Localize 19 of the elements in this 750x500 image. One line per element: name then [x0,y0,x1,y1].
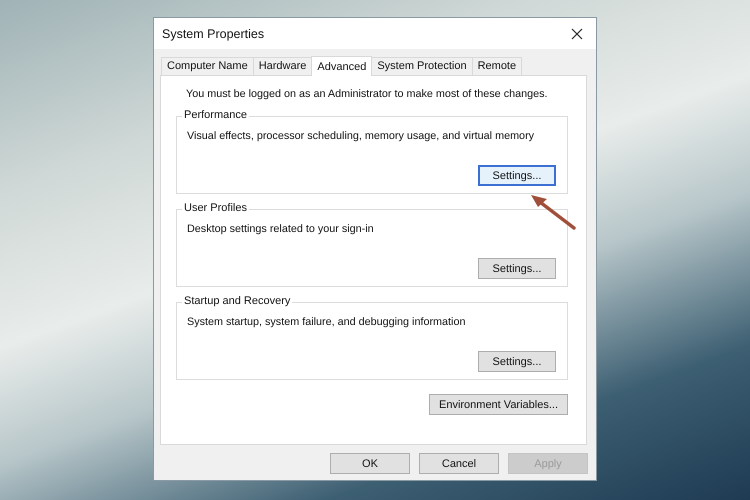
group-description: System startup, system failure, and debugging information [187,316,466,328]
close-icon[interactable] [571,28,583,40]
settings-button[interactable]: Settings... [478,351,556,372]
cancel-button[interactable]: Cancel [419,453,499,474]
tab[interactable]: Remote [472,57,522,75]
admin-note: You must be logged on as an Administrator to make most of these changes. [186,88,549,100]
environment-variables-button[interactable]: Environment Variables... [429,394,568,415]
window-title: System Properties [162,26,264,40]
group-title: Startup and Recovery [182,295,292,307]
group-description: Desktop settings related to your sign-in [187,223,375,235]
group-description: Visual effects, processor scheduling, memory usage, and virtual memory [187,130,536,142]
group-title: User Profiles [182,202,249,214]
annotation-arrow [530,194,576,230]
ok-button[interactable]: OK [330,453,410,474]
settings-button[interactable]: Settings... [478,258,556,279]
settings-button[interactable]: Settings... [478,165,556,186]
group-title: Performance [182,109,249,121]
tab[interactable]: Computer Name [161,57,254,75]
tab[interactable]: Advanced [311,56,372,76]
